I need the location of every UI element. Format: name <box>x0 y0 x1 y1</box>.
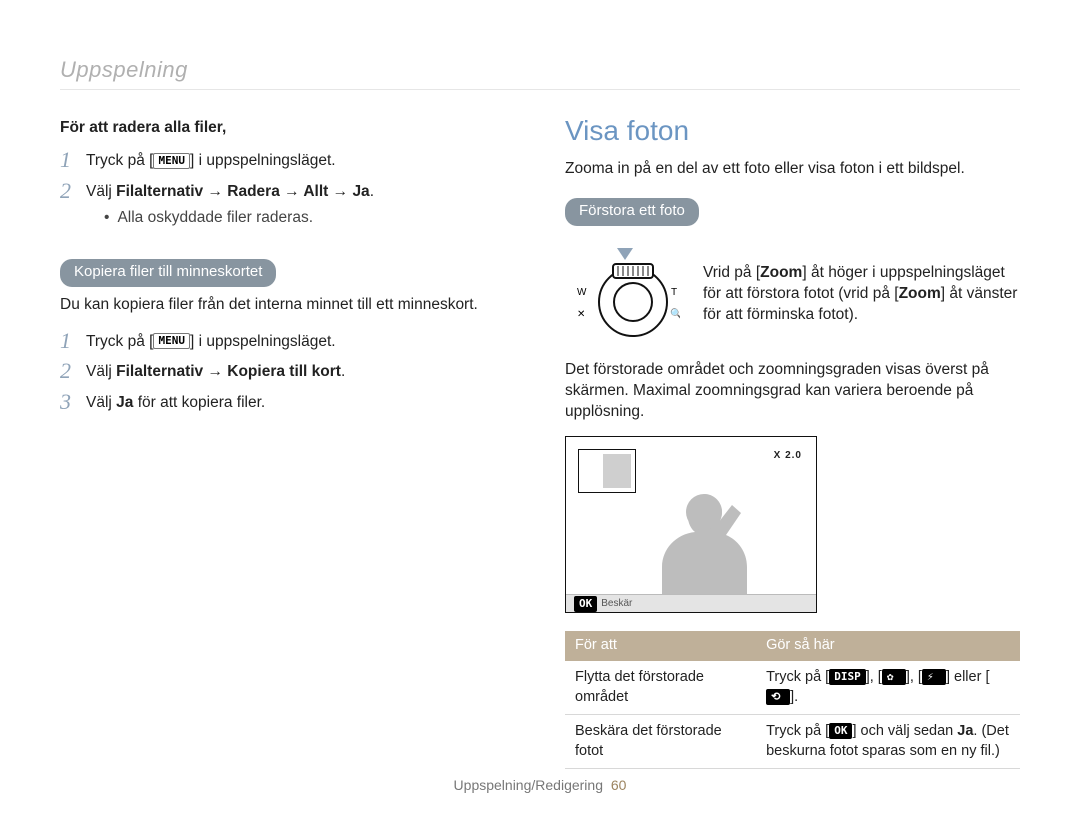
zoom-note: Det förstorade området och zoomningsgrad… <box>565 360 1020 423</box>
flash-key-icon: ⚡ <box>922 669 946 685</box>
table-row: Flytta det förstorade området Tryck på [… <box>565 661 1020 715</box>
camera-screen-illustration: X 2.0 OK Beskär <box>565 436 817 613</box>
svg-text:W: W <box>577 287 587 298</box>
ok-key-icon: OK <box>829 723 852 739</box>
svg-text:✕: ✕ <box>577 309 585 320</box>
right-column: Visa foton Zooma in på en del av ett fot… <box>565 118 1020 770</box>
page-number: 60 <box>611 777 627 793</box>
disp-key-icon: DISP <box>829 669 866 685</box>
delete-step-1: 1 Tryck på [MENU] i uppspelningsläget. <box>60 149 515 172</box>
zoom-dial-illustration: W ✕ T 🔍 <box>565 248 685 342</box>
timer-key-icon: ⟲ <box>766 689 790 705</box>
down-arrow-icon <box>617 248 633 260</box>
svg-text:T: T <box>671 287 677 298</box>
silhouette-icon <box>644 472 794 612</box>
chip-enlarge: Förstora ett foto <box>565 198 699 225</box>
copy-intro: Du kan kopiera filer från det interna mi… <box>60 295 515 316</box>
section-header: Uppspelning <box>60 55 1020 90</box>
macro-key-icon: ✿ <box>882 669 906 685</box>
actions-table: För att Gör så här Flytta det förstorade… <box>565 631 1020 769</box>
col-for: För att <box>565 631 756 661</box>
copy-step-1: 1 Tryck på [MENU] i uppspelningsläget. <box>60 330 515 353</box>
table-row: Beskära det förstorade fotot Tryck på [O… <box>565 715 1020 769</box>
delete-all-title: För att radera alla filer, <box>60 118 515 139</box>
left-column: För att radera alla filer, 1 Tryck på [M… <box>60 118 515 770</box>
intro-text: Zooma in på en del av ett foto eller vis… <box>565 159 1020 180</box>
menu-key-icon: MENU <box>153 333 190 349</box>
page-footer: Uppspelning/Redigering 60 <box>0 776 1080 795</box>
copy-step-3: 3 Välj Ja för att kopiera filer. <box>60 391 515 414</box>
chip-copy-files: Kopiera filer till minneskortet <box>60 259 276 286</box>
zoom-indicator: X 2.0 <box>774 449 802 463</box>
section-title: Visa foton <box>565 112 1020 150</box>
col-do: Gör så här <box>756 631 1020 661</box>
menu-key-icon: MENU <box>153 153 190 169</box>
svg-text:🔍: 🔍 <box>670 307 680 320</box>
zoom-instruction: Vrid på [Zoom] åt höger i uppspelningslä… <box>703 263 1020 326</box>
copy-step-2: 2 Välj Filalternativ → Kopiera till kort… <box>60 360 515 383</box>
dial-icon: W ✕ T 🔍 <box>570 262 680 342</box>
thumbnail-frame <box>578 449 636 493</box>
ok-key-icon: OK <box>574 596 597 612</box>
delete-step-2: 2 Välj Filalternativ → Radera → Allt → J… <box>60 180 515 230</box>
